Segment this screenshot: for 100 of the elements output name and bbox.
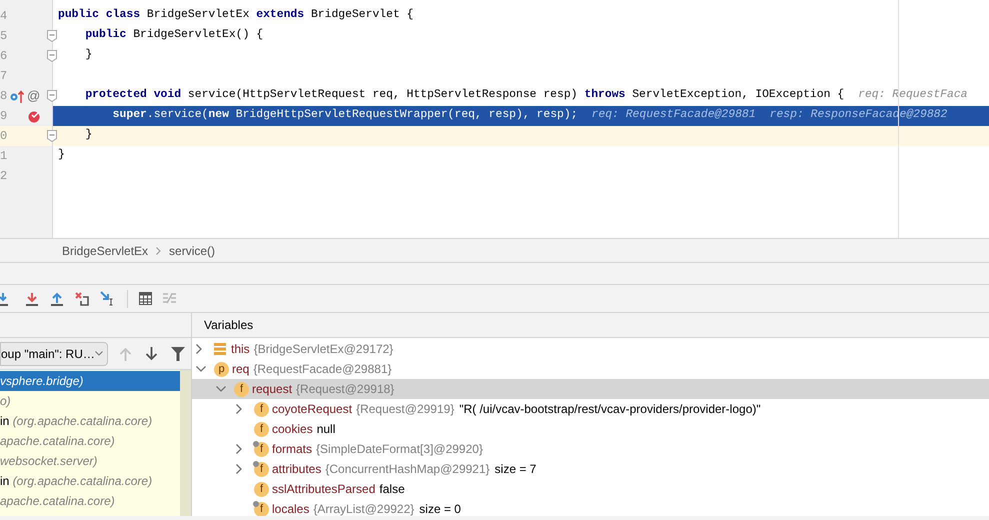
line-number: 4	[0, 8, 8, 25]
filter-icon[interactable]	[171, 346, 185, 360]
variable-row[interactable]: f request {Request@29918}	[192, 379, 989, 399]
line-number: 9	[0, 108, 8, 125]
stack-frame[interactable]: vsphere.bridge)	[0, 371, 180, 391]
fold-marker-icon[interactable]	[47, 30, 57, 42]
object-icon	[214, 343, 226, 355]
line-number: 2	[0, 168, 8, 185]
code-text: }	[84, 48, 92, 64]
variable-row[interactable]: f sslAttributesParsed false	[192, 479, 989, 499]
field-badge-icon: f	[254, 422, 269, 436]
code-text: .service(	[146, 108, 208, 124]
variable-row[interactable]: f attributes {ConcurrentHashMap@29921} size = 7	[192, 459, 989, 479]
code-text: BridgeServletEx	[146, 8, 250, 24]
code-keyword: new	[208, 108, 229, 124]
code-text: service(HttpServletRequest req, HttpServletResponse resp)	[186, 88, 579, 104]
code-keyword: public	[58, 8, 100, 24]
code-keyword: public	[84, 28, 126, 44]
annotation-marker[interactable]: @	[27, 86, 40, 106]
inline-value-hint: req: RequestFacade@29881	[592, 108, 756, 124]
field-badge-icon: f	[254, 402, 269, 416]
breadcrumb-item[interactable]: service()	[169, 242, 216, 260]
variable-detail: size = 0	[419, 501, 461, 516]
code-keyword: extends	[256, 8, 304, 24]
variable-value: false	[379, 481, 405, 498]
variable-name: cookies	[272, 421, 313, 438]
step-out-icon[interactable]	[50, 292, 64, 306]
variable-detail: size = 7	[494, 461, 536, 478]
stack-frame[interactable]: apache.catalina.core)	[0, 431, 180, 451]
variable-value: null	[316, 421, 336, 438]
variable-name: req	[232, 361, 250, 378]
variable-name: locales	[272, 501, 310, 516]
variable-name: request	[252, 381, 292, 398]
field-badge-icon: f	[254, 462, 269, 476]
variable-row[interactable]: f cookies null	[192, 419, 989, 439]
scrollbar[interactable]	[180, 370, 191, 516]
variable-name: sslAttributesParsed	[272, 481, 376, 498]
variable-row[interactable]: this {BridgeServletEx@29172}	[192, 339, 989, 359]
line-number: 0	[0, 128, 8, 145]
override-marker-icon[interactable]	[10, 90, 24, 102]
code-text: BridgeServlet {	[310, 8, 414, 24]
code-text: }	[84, 128, 92, 144]
fold-marker-icon[interactable]	[47, 50, 57, 62]
chevron-down-icon[interactable]	[196, 366, 206, 372]
variable-value: {Request@29919}	[356, 401, 454, 418]
code-text: }	[58, 148, 65, 164]
code-keyword: throws	[584, 88, 626, 104]
line-number: 7	[0, 68, 8, 85]
breadcrumb-item[interactable]: BridgeServletEx	[62, 242, 148, 260]
variable-name: coyoteRequest	[272, 401, 352, 418]
field-badge-icon: f	[234, 382, 249, 396]
line-number: 5	[0, 28, 8, 45]
variable-name: attributes	[272, 461, 322, 478]
variable-row[interactable]: f locales {ArrayList@29922} size = 0	[192, 499, 989, 516]
panel-title: Variables	[204, 317, 254, 334]
variable-value: {BridgeServletEx@29172}	[254, 341, 394, 358]
stack-frame[interactable]: in (org.apache.catalina.core)	[0, 411, 180, 431]
code-text: BridgeServletEx() {	[132, 28, 264, 44]
variable-value: {RequestFacade@29881}	[253, 361, 392, 378]
variable-value: {ConcurrentHashMap@29921}	[325, 461, 490, 478]
stack-frame[interactable]: o)	[0, 391, 180, 411]
variable-detail: "R( /ui/vcav-bootstrap/rest/vcav-providers/provider-logo)"	[459, 401, 761, 418]
inline-value-hint: req: RequestFaca	[858, 88, 968, 104]
variable-row[interactable]: f formats {SimpleDateFormat[3]@29920}	[192, 439, 989, 459]
calculator-icon[interactable]	[139, 292, 152, 305]
drop-frame-icon[interactable]	[75, 292, 89, 306]
variable-name: formats	[272, 441, 312, 458]
chevron-down-icon	[95, 351, 103, 356]
fold-marker-icon[interactable]	[47, 130, 57, 142]
chevron-right-icon[interactable]	[196, 344, 202, 354]
variable-value: {ArrayList@29922}	[313, 501, 414, 516]
chevron-right-icon	[156, 246, 162, 254]
stack-frame[interactable]: websocket.server)	[0, 451, 180, 471]
line-number: 8	[0, 88, 8, 105]
thread-dropdown[interactable]: oup "main": RU…	[0, 342, 108, 366]
breakpoint-icon[interactable]	[28, 110, 41, 122]
variable-row[interactable]: p req {RequestFacade@29881}	[192, 359, 989, 379]
stack-frame[interactable]: in (org.apache.catalina.core)	[0, 471, 180, 491]
variable-row[interactable]: f coyoteRequest {Request@29919} "R( /ui/vcav-bootstrap/rest/vcav-providers/provider-logo)"	[192, 399, 989, 419]
code-text: ServletException, IOException {	[631, 88, 844, 104]
field-badge-icon: p	[214, 362, 229, 376]
field-badge-icon: f	[254, 442, 269, 456]
line-number: 1	[0, 148, 8, 165]
chevron-right-icon[interactable]	[236, 404, 242, 414]
fold-marker-icon[interactable]	[47, 90, 57, 102]
code-keyword: super	[112, 108, 147, 124]
code-keyword: class	[104, 8, 140, 24]
force-step-into-icon[interactable]	[25, 292, 39, 306]
field-badge-icon: f	[254, 502, 269, 516]
variable-value: {SimpleDateFormat[3]@29920}	[316, 441, 483, 458]
code-text: BridgeHttpServletRequestWrapper(req, resp), resp);	[234, 108, 578, 124]
variable-value: {Request@29918}	[296, 381, 394, 398]
code-keyword: void	[152, 88, 182, 104]
line-number: 6	[0, 48, 8, 65]
variable-name: this	[231, 341, 250, 358]
arrow-down-icon[interactable]	[145, 346, 158, 360]
field-badge-icon: f	[254, 482, 269, 496]
code-keyword: protected	[84, 88, 147, 104]
chevron-down-icon[interactable]	[216, 386, 226, 392]
stack-frame[interactable]: apache.catalina.core)	[0, 491, 180, 511]
